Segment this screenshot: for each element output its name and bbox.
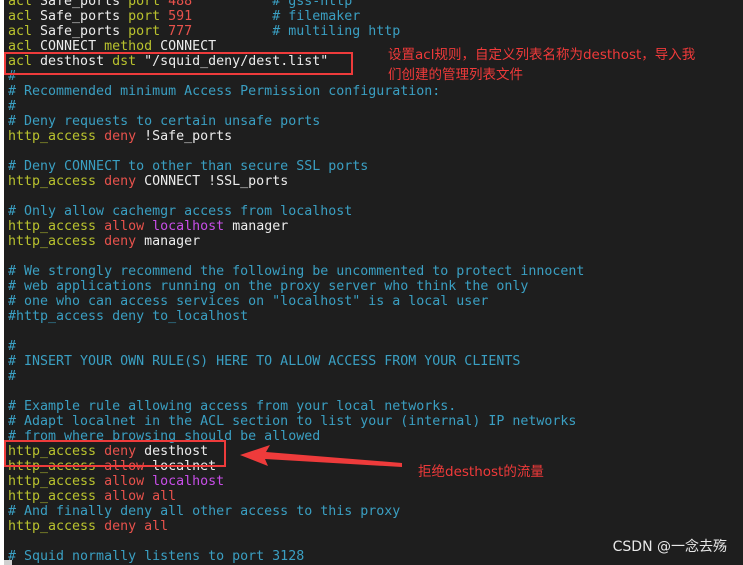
terminal-editor[interactable]: acl Safe_ports port 488 # gss-http acl Sa… — [4, 0, 743, 565]
watermark: CSDN @一念去殇 — [612, 539, 727, 555]
arrow-icon — [240, 445, 402, 467]
cursor — [4, 560, 12, 565]
annotation-deny-rule: 拒绝desthost的流量 — [418, 464, 544, 480]
